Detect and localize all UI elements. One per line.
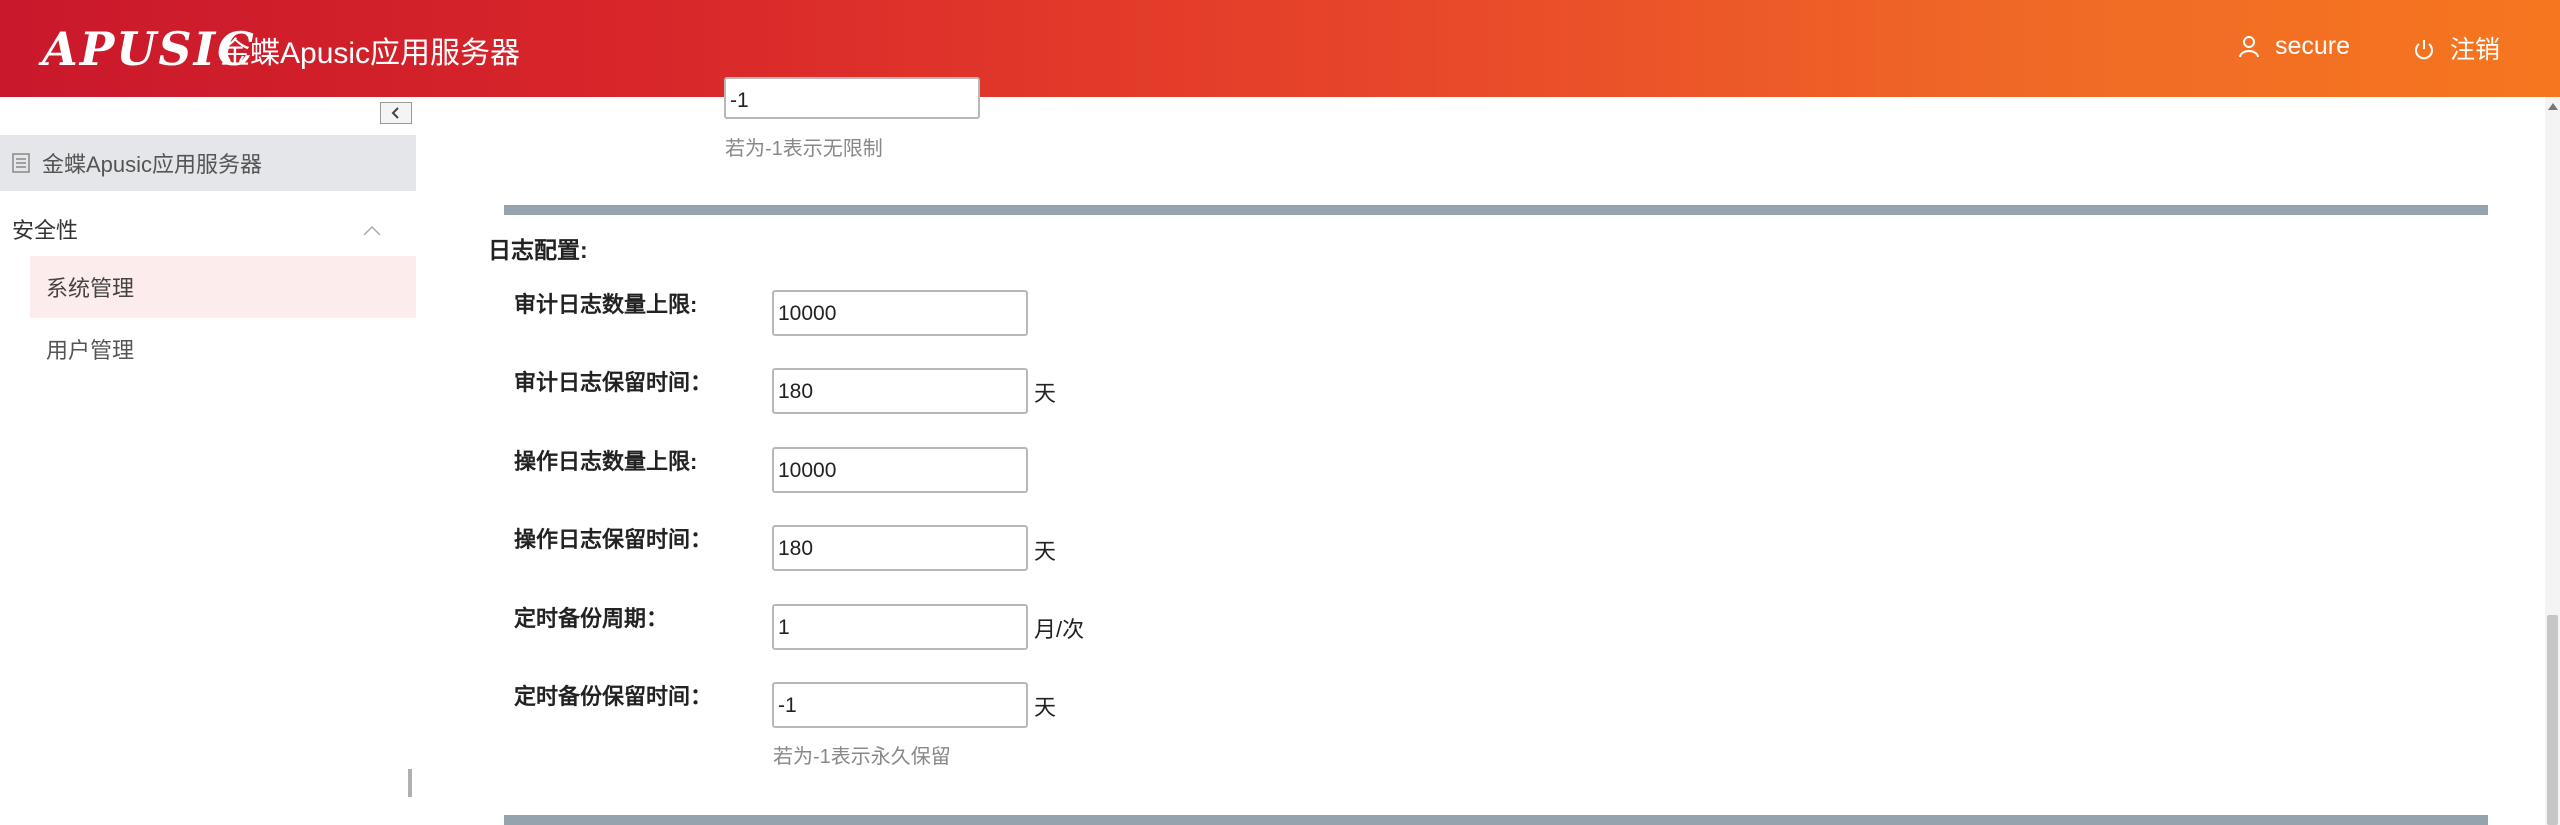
sidebar-item-label: 用户管理: [46, 338, 135, 363]
sidebar: 金蝶Apusic应用服务器 安全性 系统管理 用户管理: [0, 97, 416, 825]
audit-log-retention-input[interactable]: 180: [772, 368, 1028, 414]
user-menu[interactable]: secure: [2237, 30, 2350, 62]
backup-retention-unit: 天: [1034, 695, 1057, 720]
page-scrollbar-thumb[interactable]: [2547, 615, 2558, 825]
chevron-up-icon[interactable]: [360, 219, 384, 243]
backup-cycle-label: 定时备份周期：: [514, 606, 669, 631]
backup-retention-input[interactable]: -1: [772, 682, 1028, 728]
main-content: -1 若为-1表示无限制 日志配置: 审计日志数量上限: 10000 审计日志保…: [462, 77, 2494, 825]
sidebar-item-system-management[interactable]: 系统管理: [30, 256, 416, 318]
sidebar-group-security[interactable]: 安全性: [0, 201, 416, 257]
app-title: 金蝶Apusic应用服务器: [220, 37, 521, 70]
limit-input[interactable]: -1: [724, 77, 980, 119]
collapse-sidebar-button[interactable]: [380, 102, 412, 124]
document-icon: [12, 153, 30, 173]
logout-button[interactable]: 注销: [2412, 34, 2500, 66]
power-icon: [2414, 40, 2433, 60]
sidebar-item-user-management[interactable]: 用户管理: [30, 318, 416, 380]
audit-log-retention-label: 审计日志保留时间：: [514, 370, 713, 395]
operation-log-count-input[interactable]: 10000: [772, 447, 1028, 493]
logout-label[interactable]: 注销: [2450, 34, 2500, 66]
operation-log-retention-input[interactable]: 180: [772, 525, 1028, 571]
log-config-title: 日志配置:: [488, 237, 588, 263]
sidebar-root-label: 金蝶Apusic应用服务器: [42, 152, 263, 177]
sidebar-root-item[interactable]: 金蝶Apusic应用服务器: [0, 135, 416, 191]
backup-retention-hint: 若为-1表示永久保留: [773, 746, 951, 768]
user-icon: [2238, 36, 2259, 58]
top-header: APUSIC 金蝶Apusic应用服务器 secure 注销: [0, 0, 2560, 97]
operation-log-count-label: 操作日志数量上限:: [514, 449, 698, 474]
sidebar-scroll-handle[interactable]: [408, 769, 412, 797]
audit-log-count-label: 审计日志数量上限:: [514, 292, 698, 317]
scroll-up-arrow-icon[interactable]: [2548, 103, 2558, 110]
chevron-left-icon: [391, 107, 399, 119]
sidebar-item-label: 系统管理: [46, 276, 135, 301]
section-divider: [504, 815, 2488, 825]
sidebar-group-label: 安全性: [12, 218, 79, 243]
operation-log-retention-label: 操作日志保留时间：: [514, 527, 713, 552]
backup-cycle-input[interactable]: 1: [772, 604, 1028, 650]
section-divider: [504, 205, 2488, 215]
operation-log-retention-unit: 天: [1034, 539, 1057, 564]
limit-hint: 若为-1表示无限制: [725, 138, 883, 160]
audit-log-retention-unit: 天: [1034, 381, 1057, 406]
backup-retention-label: 定时备份保留时间：: [514, 684, 713, 709]
user-name[interactable]: secure: [2275, 30, 2350, 62]
audit-log-count-input[interactable]: 10000: [772, 290, 1028, 336]
backup-cycle-unit: 月/次: [1034, 617, 1085, 642]
